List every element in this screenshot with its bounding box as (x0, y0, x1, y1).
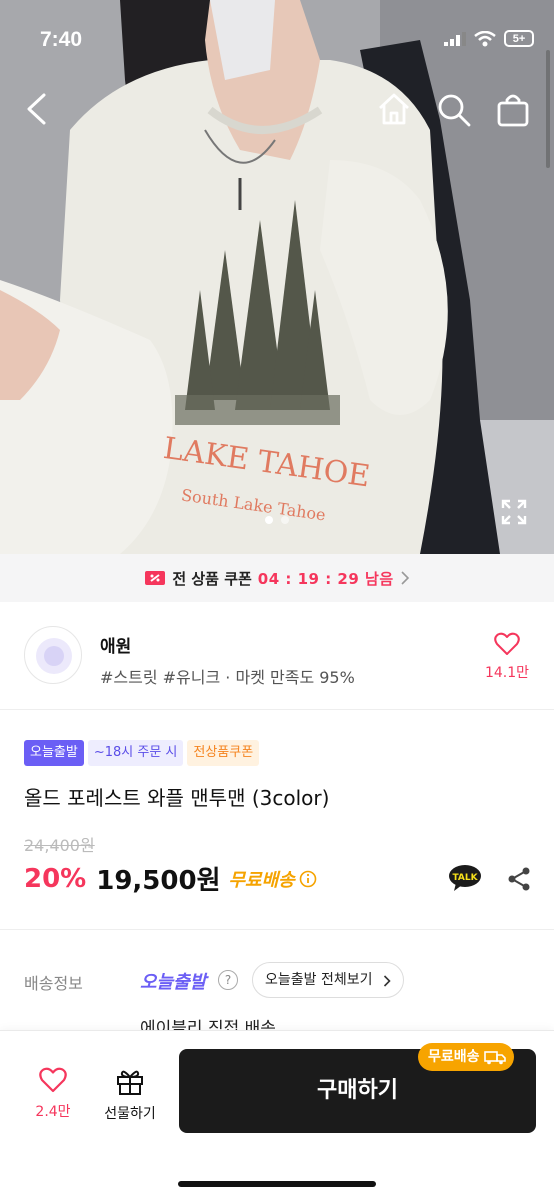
badge-today-shipping: 오늘출발 (24, 740, 84, 766)
store-tags: #스트릿 #유니크 · 마켓 만족도 95% (100, 668, 355, 687)
chevron-right-icon (401, 571, 409, 585)
coupon-banner[interactable]: 전 상품 쿠폰 04 : 19 : 29 남음 (0, 554, 554, 602)
share-icon[interactable] (506, 866, 532, 892)
badge-order-cutoff: ~18시 주문 시 (87, 740, 184, 766)
delivery-info: 배송정보 오늘출발 ? 오늘출발 전체보기 에이블리 직접 배송 (0, 930, 554, 1040)
store-like-button[interactable]: 14.1만 (482, 632, 532, 682)
today-shipping-all-label: 오늘출발 전체보기 (265, 972, 373, 988)
search-icon[interactable] (436, 92, 472, 128)
heart-icon (39, 1067, 67, 1093)
gift-icon (117, 1070, 143, 1095)
gift-button[interactable]: 선물하기 (96, 1067, 164, 1123)
free-shipping-tag: 무료배송 (418, 1043, 514, 1071)
delivery-today-badge: 오늘출발 (140, 972, 207, 993)
store-like-count: 14.1만 (484, 665, 530, 681)
free-shipping-label: 무료배송 (228, 869, 295, 891)
kakaotalk-share-icon[interactable]: TALK (448, 864, 482, 892)
talk-label: TALK (452, 873, 478, 883)
price-row: 20% 19,500원 무료배송 (24, 860, 317, 897)
coupon-icon (145, 571, 166, 585)
home-icon[interactable] (376, 92, 412, 126)
store-name[interactable]: 애원 (100, 632, 131, 657)
free-shipping-tag-label: 무료배송 (428, 1049, 480, 1065)
store-row[interactable]: 애원 #스트릿 #유니크 · 마켓 만족도 95% 14.1만 (0, 602, 554, 710)
cellular-signal-icon (444, 31, 466, 46)
chevron-right-icon (383, 975, 391, 987)
wifi-icon (474, 30, 496, 46)
like-count: 2.4만 (35, 1104, 71, 1120)
bag-icon[interactable] (496, 92, 530, 128)
carousel-dots (0, 516, 554, 524)
bottom-action-bar: 2.4만 선물하기 구매하기 무료배송 (0, 1030, 554, 1200)
product-badges: 오늘출발 ~18시 주문 시 전상품쿠폰 (24, 740, 260, 766)
heart-icon (494, 632, 520, 655)
coupon-label: 전 상품 쿠폰 (172, 569, 252, 588)
back-icon[interactable] (24, 92, 48, 126)
truck-icon (483, 1051, 506, 1065)
help-icon[interactable]: ? (218, 970, 238, 990)
status-time: 7:40 (40, 28, 83, 51)
like-button[interactable]: 2.4만 (26, 1067, 80, 1121)
info-icon[interactable] (299, 870, 317, 888)
home-indicator[interactable] (178, 1181, 376, 1187)
store-avatar[interactable] (24, 626, 82, 684)
gift-label: 선물하기 (104, 1106, 156, 1122)
store-logo (36, 638, 72, 674)
carousel-dot[interactable] (265, 516, 273, 524)
product-info: 오늘출발 ~18시 주문 시 전상품쿠폰 올드 포레스트 와플 맨투맨 (3co… (0, 710, 554, 930)
badge-coupon: 전상품쿠폰 (187, 740, 260, 766)
delivery-label: 배송정보 (24, 974, 83, 993)
product-photo: LAKE TAHOE South Lake Tahoe (0, 0, 554, 554)
status-bar: 7:40 5+ (0, 0, 554, 80)
battery-icon: 5+ (504, 30, 534, 47)
scroll-indicator[interactable] (546, 50, 550, 168)
carousel-dot[interactable] (281, 516, 289, 524)
coupon-timer: 04 : 19 : 29 남음 (257, 569, 394, 588)
today-shipping-all-button[interactable]: 오늘출발 전체보기 (252, 962, 404, 998)
discount-rate: 20% (24, 863, 87, 894)
original-price: 24,400원 (24, 836, 95, 855)
product-title: 올드 포레스트 와플 맨투맨 (3color) (24, 786, 330, 810)
sale-price: 19,500원 (96, 866, 221, 896)
product-image-carousel[interactable]: LAKE TAHOE South Lake Tahoe 7:40 5+ (0, 0, 554, 554)
status-icons: 5+ (444, 30, 534, 47)
